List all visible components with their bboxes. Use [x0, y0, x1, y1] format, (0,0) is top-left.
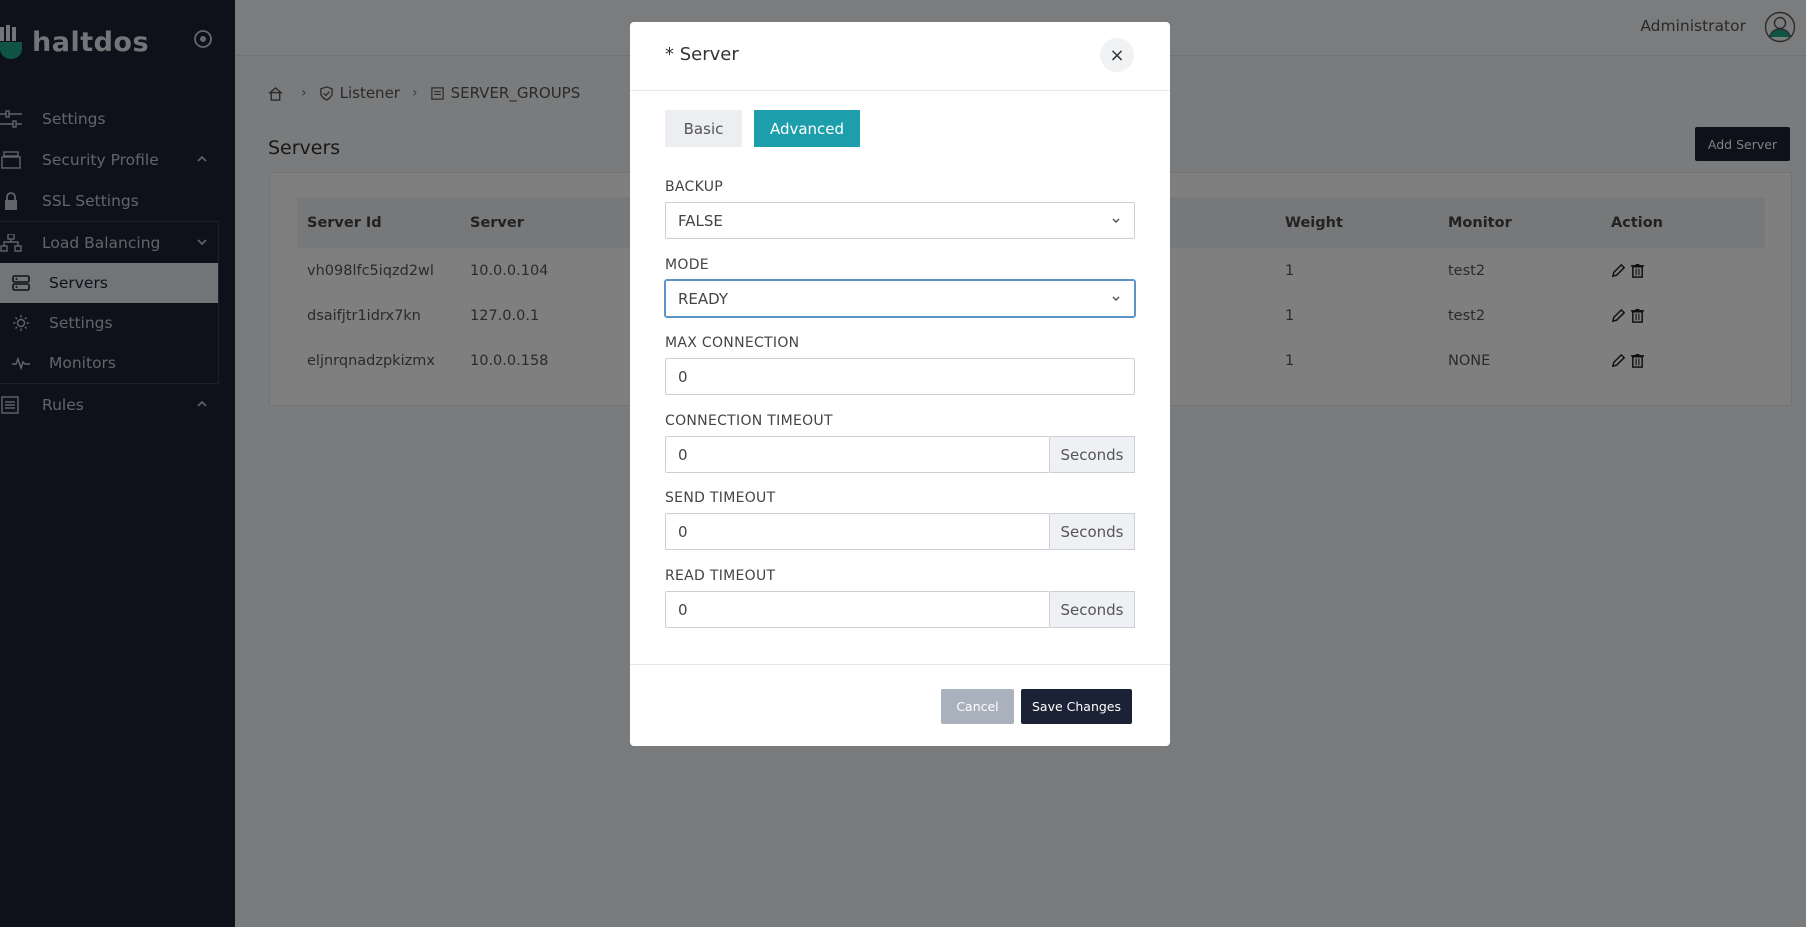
connection-timeout-unit: Seconds: [1050, 436, 1135, 473]
max-connection-label: MAX CONNECTION: [665, 335, 800, 351]
send-timeout-value: 0: [678, 522, 688, 541]
tab-basic[interactable]: Basic: [665, 110, 742, 147]
close-button[interactable]: ×: [1100, 38, 1134, 72]
read-timeout-unit: Seconds: [1050, 591, 1135, 628]
backup-label: BACKUP: [665, 179, 724, 195]
backup-select[interactable]: FALSE: [665, 202, 1135, 239]
modal-footer-divider: [630, 664, 1170, 665]
max-connection-value: 0: [678, 367, 688, 386]
save-changes-button[interactable]: Save Changes: [1021, 689, 1132, 724]
backup-value: FALSE: [678, 211, 723, 230]
chevron-down-icon: [1112, 218, 1120, 224]
connection-timeout-label: CONNECTION TIMEOUT: [665, 413, 833, 429]
close-icon: ×: [1109, 44, 1125, 66]
cancel-button[interactable]: Cancel: [941, 689, 1014, 724]
mode-select[interactable]: READY: [665, 280, 1135, 317]
send-timeout-unit: Seconds: [1050, 513, 1135, 550]
read-timeout-input[interactable]: 0: [665, 591, 1050, 628]
server-modal: * Server × Basic Advanced BACKUP FALSE M…: [630, 22, 1170, 746]
send-timeout-label: SEND TIMEOUT: [665, 490, 776, 506]
connection-timeout-value: 0: [678, 445, 688, 464]
chevron-down-icon: [1112, 296, 1120, 302]
connection-timeout-input[interactable]: 0: [665, 436, 1050, 473]
modal-header: * Server ×: [630, 22, 1170, 91]
mode-label: MODE: [665, 257, 709, 273]
send-timeout-input[interactable]: 0: [665, 513, 1050, 550]
modal-title: * Server: [665, 44, 739, 65]
read-timeout-label: READ TIMEOUT: [665, 568, 776, 584]
mode-value: READY: [678, 289, 729, 308]
max-connection-input[interactable]: 0: [665, 358, 1135, 395]
tab-advanced[interactable]: Advanced: [754, 110, 860, 147]
read-timeout-value: 0: [678, 600, 688, 619]
